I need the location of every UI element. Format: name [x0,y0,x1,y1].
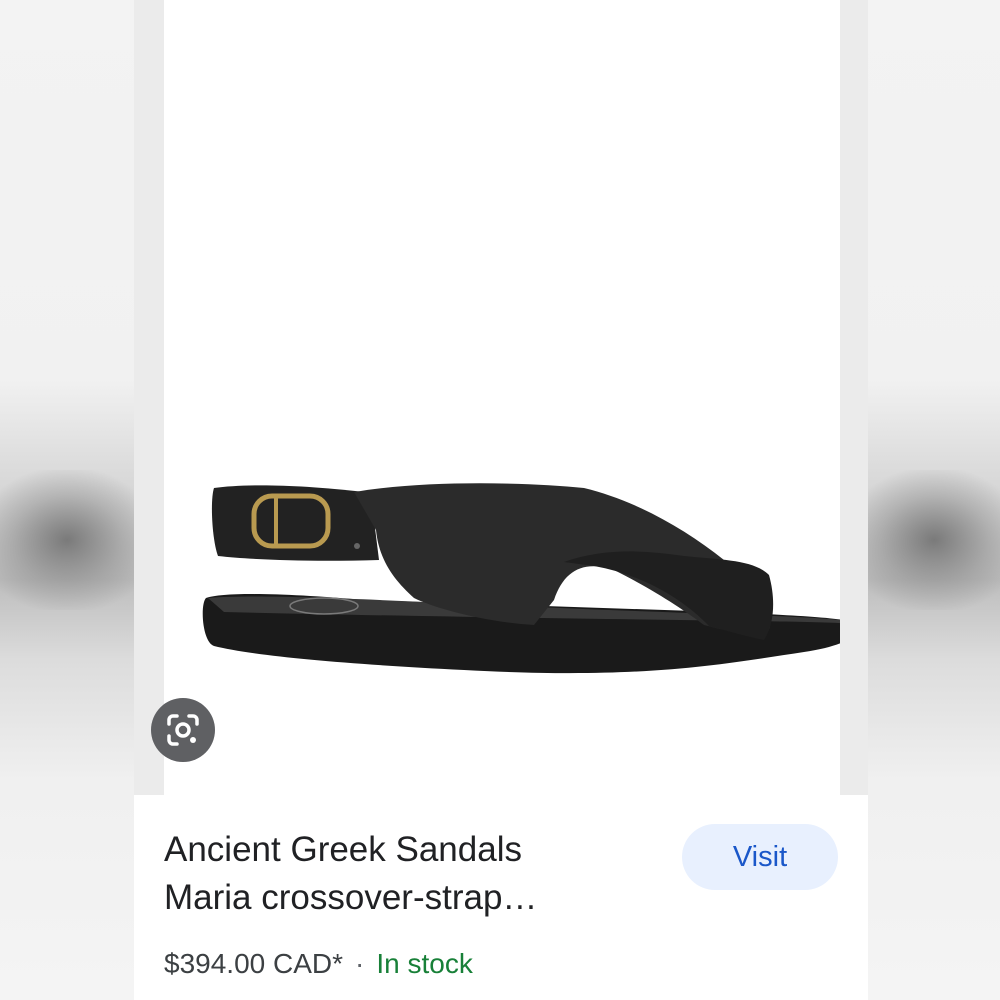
blurred-backdrop-right [848,0,1000,1000]
meta-separator: · [355,948,365,979]
product-title-line-2: Maria crossover-strap… [164,878,538,917]
product-title-line-1: Ancient Greek Sandals [164,830,522,869]
visit-button[interactable]: Visit [682,824,838,890]
product-card[interactable]: Ancient Greek Sandals Maria crossover-st… [134,0,868,1000]
product-title[interactable]: Ancient Greek Sandals Maria crossover-st… [164,826,644,922]
availability-status: In stock [376,948,473,979]
product-meta: $394.00 CAD* · In stock [164,944,473,984]
google-lens-icon [167,714,199,746]
sandal-illustration [202,483,840,674]
blurred-backdrop-left [0,0,154,1000]
product-image-frame[interactable] [134,0,868,795]
product-price: $394.00 CAD* [164,948,344,979]
product-image[interactable] [164,0,840,795]
google-lens-button[interactable] [151,698,215,762]
